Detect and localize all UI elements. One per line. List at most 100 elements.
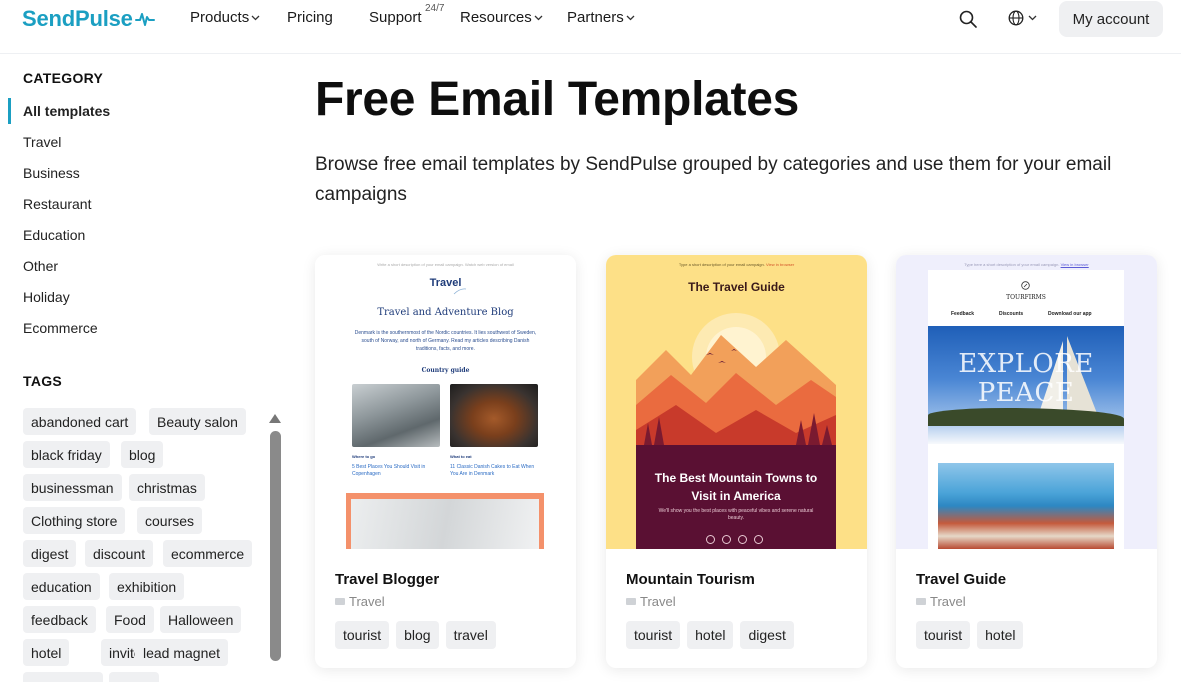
tag-digest[interactable]: digest: [23, 540, 77, 567]
nav-products[interactable]: Products: [190, 9, 260, 26]
tag-discount[interactable]: discount: [85, 540, 154, 567]
tag-black-friday[interactable]: black friday: [23, 441, 110, 468]
preview-preheader-text: Type here a short description of your em…: [964, 262, 1060, 267]
preview-view-in-browser[interactable]: View in browser: [1061, 262, 1089, 267]
preview-menu-discounts[interactable]: Discounts: [999, 311, 1023, 317]
card-tag-hotel[interactable]: hotel: [687, 621, 734, 649]
template-preview-travel-blogger[interactable]: Write a short description of your email …: [315, 255, 576, 549]
card-tag-blog[interactable]: blog: [396, 621, 439, 649]
search-icon: [959, 10, 977, 28]
preview-right-label: What to eat: [450, 454, 472, 459]
tag-partial[interactable]: [109, 672, 159, 682]
social-icon: [706, 535, 715, 544]
preview-heading: The Travel Guide: [688, 280, 785, 294]
preview-headline: The Best Mountain Towns to Visit in Amer…: [654, 471, 818, 503]
tag-feedback[interactable]: feedback: [23, 606, 96, 633]
card-title[interactable]: Travel Guide: [916, 571, 1006, 588]
preview-left-link: 5 Best Places You Should Visit in Copenh…: [352, 464, 426, 477]
nav-support-label: Support: [369, 9, 422, 26]
nav-partners-label: Partners: [567, 9, 624, 26]
card-tags: tourist hotel: [916, 621, 1024, 649]
preview-preheader-text: Type a short description of your email c…: [678, 262, 765, 267]
tags-heading: TAGS: [23, 373, 63, 389]
template-card-travel-guide[interactable]: Type here a short description of your em…: [896, 255, 1157, 668]
preview-photo-cake: [450, 384, 538, 447]
card-tag-hotel[interactable]: hotel: [977, 621, 1024, 649]
tag-ecommerce[interactable]: ecommerce: [163, 540, 253, 567]
nav-partners[interactable]: Partners: [567, 9, 635, 26]
preview-view-in-browser[interactable]: View in browser: [766, 262, 794, 267]
category-all-templates[interactable]: All templates: [23, 103, 110, 119]
template-preview-travel-guide[interactable]: Type here a short description of your em…: [896, 255, 1157, 549]
chevron-down-icon: [626, 15, 635, 20]
card-tag-tourist[interactable]: tourist: [916, 621, 971, 649]
category-holiday[interactable]: Holiday: [23, 289, 70, 305]
tags-list: abandoned cart Beauty salon black friday…: [23, 408, 259, 682]
category-travel[interactable]: Travel: [23, 134, 61, 150]
tags-scrollbar-thumb[interactable]: [270, 431, 281, 661]
tag-exhibition[interactable]: exhibition: [109, 573, 185, 600]
nav-support[interactable]: Support: [369, 9, 422, 26]
tag-partial[interactable]: [23, 672, 103, 682]
category-ecommerce[interactable]: Ecommerce: [23, 320, 98, 336]
preview-photo-street: [352, 384, 440, 447]
plane-icon: [453, 288, 467, 295]
page-title: Free Email Templates: [315, 73, 799, 126]
tag-christmas[interactable]: christmas: [129, 474, 205, 501]
tag-hotel[interactable]: hotel: [23, 639, 70, 666]
logo-text: SendPulse: [22, 6, 133, 31]
tag-education[interactable]: education: [23, 573, 100, 600]
tag-businessman[interactable]: businessman: [23, 474, 122, 501]
my-account-button[interactable]: My account: [1059, 1, 1163, 37]
tag-lead-magnet[interactable]: lead magnet: [135, 639, 229, 666]
card-tag-tourist[interactable]: tourist: [335, 621, 390, 649]
pulse-icon: [134, 13, 155, 26]
tag-food[interactable]: Food: [106, 606, 154, 633]
chevron-down-icon: [534, 15, 543, 20]
card-title[interactable]: Mountain Tourism: [626, 571, 755, 588]
preview-preheader: Write a short description of your email …: [377, 262, 514, 267]
template-preview-mountain-tourism[interactable]: Type a short description of your email c…: [606, 255, 867, 549]
tag-halloween[interactable]: Halloween: [160, 606, 242, 633]
tag-courses[interactable]: courses: [137, 507, 203, 534]
social-icon: [754, 535, 763, 544]
preview-heading: Travel and Adventure Blog: [377, 307, 514, 318]
preview-hero-line-2: PEACE: [977, 378, 1075, 408]
support-badge: 24/7: [425, 3, 445, 14]
preview-left-label: Where to go: [352, 454, 376, 459]
preview-coast-image: [938, 463, 1114, 549]
language-selector[interactable]: [1008, 10, 1037, 26]
card-tags: tourist hotel digest: [626, 621, 794, 649]
preview-hero-line-1: EXPLORE: [958, 349, 1094, 379]
tag-abandoned-cart[interactable]: abandoned cart: [23, 408, 137, 435]
chevron-down-icon: [251, 15, 260, 20]
tag-blog[interactable]: blog: [121, 441, 164, 468]
search-button[interactable]: [959, 10, 977, 28]
card-tag-travel[interactable]: travel: [445, 621, 496, 649]
template-card-mountain-tourism[interactable]: Type a short description of your email c…: [606, 255, 867, 668]
card-tag-tourist[interactable]: tourist: [626, 621, 681, 649]
card-title[interactable]: Travel Blogger: [335, 571, 439, 588]
nav-resources-label: Resources: [460, 9, 532, 26]
category-business[interactable]: Business: [23, 165, 80, 181]
template-card-travel-blogger[interactable]: Write a short description of your email …: [315, 255, 576, 668]
preview-menu-app[interactable]: Download our app: [1048, 311, 1092, 317]
category-restaurant[interactable]: Restaurant: [23, 196, 91, 212]
tag-clothing-store[interactable]: Clothing store: [23, 507, 126, 534]
scroll-up-arrow-icon[interactable]: [269, 414, 281, 423]
card-category: Travel: [335, 594, 385, 609]
folder-icon: [626, 598, 636, 605]
active-category-indicator: [8, 98, 11, 124]
preview-orange-banner: [346, 493, 544, 549]
card-tag-digest[interactable]: digest: [740, 621, 794, 649]
folder-icon: [916, 598, 926, 605]
nav-resources[interactable]: Resources: [460, 9, 543, 26]
tag-beauty-salon[interactable]: Beauty salon: [149, 408, 246, 435]
nav-pricing[interactable]: Pricing: [287, 9, 333, 26]
card-category-label: Travel: [640, 594, 676, 609]
category-education[interactable]: Education: [23, 227, 85, 243]
preview-menu-feedback[interactable]: Feedback: [951, 311, 974, 317]
sendpulse-logo[interactable]: SendPulse: [22, 6, 155, 32]
category-other[interactable]: Other: [23, 258, 58, 274]
preview-subtext: We'll show you the best places with peac…: [658, 508, 814, 521]
